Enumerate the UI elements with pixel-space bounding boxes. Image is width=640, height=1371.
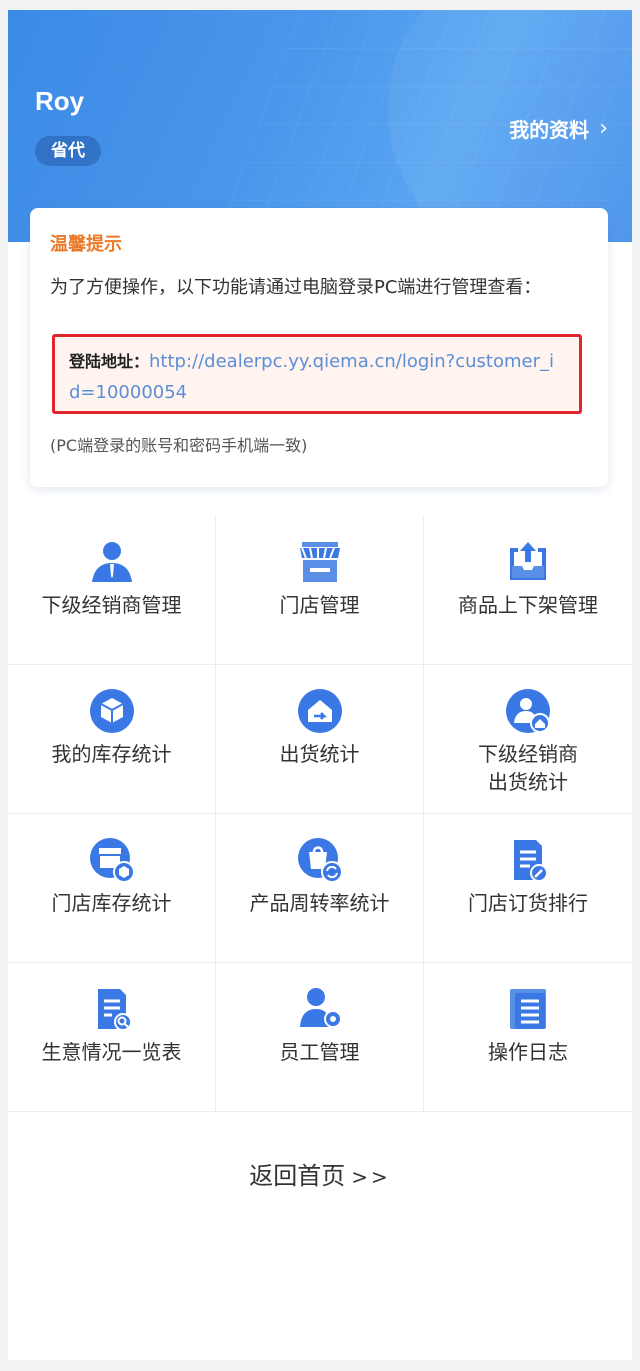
menu-label: 员工管理: [279, 1040, 360, 1064]
my-profile-label: 我的资料: [509, 118, 590, 142]
dealer-shipment-icon: [506, 689, 550, 733]
login-address-label: 登陆地址：: [69, 352, 150, 371]
function-grid: 下级经销商管理 门店管理 商品上下架管理 我的库存统计 出货统计 下级经销商 出…: [8, 516, 632, 1112]
inventory-box-icon: [89, 689, 134, 733]
menu-item-store[interactable]: 门店管理: [216, 516, 424, 665]
tip-card: 温馨提示 为了方便操作，以下功能请通过电脑登录PC端进行管理查看： 登陆地址：h…: [30, 208, 608, 487]
menu-label: 门店管理: [279, 593, 360, 617]
operation-log-icon: [510, 989, 546, 1029]
product-shelf-icon: [510, 542, 546, 580]
menu-label: 门店订货排行: [468, 891, 588, 915]
menu-label: 下级经销商管理: [41, 593, 182, 617]
menu-item-business-report[interactable]: 生意情况一览表: [8, 963, 216, 1112]
my-profile-link[interactable]: 我的资料 ›: [509, 114, 608, 143]
order-ranking-icon: [514, 840, 548, 882]
menu-item-dealer-shipment[interactable]: 下级经销商 出货统计: [424, 665, 632, 814]
menu-item-subordinate-dealer[interactable]: 下级经销商管理: [8, 516, 216, 665]
tip-note: (PC端登录的账号和密码手机端一致): [50, 436, 308, 455]
menu-item-product-shelf[interactable]: 商品上下架管理: [424, 516, 632, 665]
grid-row: 下级经销商管理 门店管理 商品上下架管理: [8, 516, 632, 665]
grid-row: 门店库存统计 产品周转率统计 门店订货排行: [8, 814, 632, 963]
menu-label: 商品上下架管理: [458, 593, 598, 617]
menu-item-order-ranking[interactable]: 门店订货排行: [424, 814, 632, 963]
shipment-icon: [297, 689, 342, 733]
store-inventory-icon: [89, 838, 135, 883]
staff-icon: [299, 988, 342, 1028]
menu-item-operation-log[interactable]: 操作日志: [424, 963, 632, 1112]
menu-item-turnover[interactable]: 产品周转率统计: [216, 814, 424, 963]
username: Roy: [35, 86, 85, 116]
menu-label: 产品周转率统计: [249, 891, 390, 915]
menu-item-store-inventory[interactable]: 门店库存统计: [8, 814, 216, 963]
tip-body: 为了方便操作，以下功能请通过电脑登录PC端进行管理查看：: [50, 277, 542, 298]
back-home-label: 返回首页: [249, 1162, 346, 1190]
store-icon: [299, 542, 340, 582]
menu-item-shipment[interactable]: 出货统计: [216, 665, 424, 814]
menu-label: 出货统计: [279, 742, 360, 766]
business-report-icon: [97, 989, 132, 1031]
back-home-link[interactable]: 返回首页 >>: [8, 1156, 632, 1191]
subordinate-dealer-icon: [91, 542, 132, 582]
tip-title: 温馨提示: [50, 234, 122, 255]
menu-item-my-inventory[interactable]: 我的库存统计: [8, 665, 216, 814]
role-badge: 省代: [35, 136, 101, 166]
grid-row: 我的库存统计 出货统计 下级经销商 出货统计: [8, 665, 632, 814]
menu-label: 生意情况一览表: [41, 1040, 182, 1064]
page: Roy 省代 我的资料 › 温馨提示 为了方便操作，以下功能请通过电脑登录PC端…: [8, 10, 632, 1360]
menu-item-staff[interactable]: 员工管理: [216, 963, 424, 1112]
turnover-icon: [297, 838, 343, 883]
menu-label: 下级经销商 出货统计: [478, 742, 578, 794]
menu-label: 门店库存统计: [51, 891, 172, 915]
menu-label: 我的库存统计: [51, 742, 172, 766]
grid-row: 生意情况一览表 员工管理 操作日志: [8, 963, 632, 1112]
login-address-box: 登陆地址：http://dealerpc.yy.qiema.cn/login?c…: [52, 334, 582, 414]
chevron-right-icon: ›: [599, 116, 608, 141]
menu-label: 操作日志: [488, 1040, 568, 1064]
double-chevron-right-icon: >>: [351, 1165, 391, 1189]
